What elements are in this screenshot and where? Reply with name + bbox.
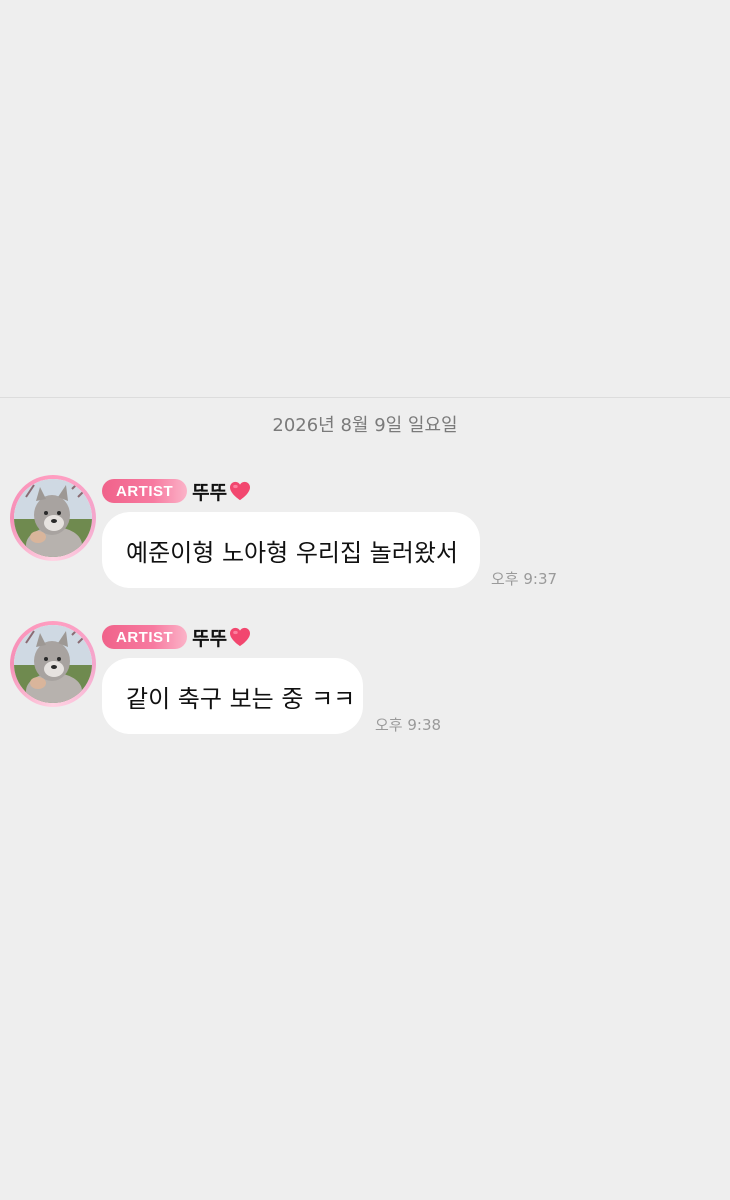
heart-icon (230, 627, 251, 647)
sender-row: ARTIST 뚜뚜 (102, 478, 251, 504)
message-bubble[interactable]: 예준이형 노아형 우리집 놀러왔서 (102, 512, 480, 588)
top-divider (0, 397, 730, 398)
artist-badge: ARTIST (102, 479, 188, 503)
message-timestamp: 오후 9:38 (375, 716, 442, 734)
sender-name: 뚜뚜 (192, 481, 228, 504)
heart-icon (230, 481, 251, 501)
message-bubble[interactable]: 같이 축구 보는 중 ㅋㅋ (102, 658, 363, 734)
avatar[interactable] (10, 475, 96, 561)
date-separator: 2026년 8월 9일 일요일 (272, 415, 458, 436)
avatar[interactable] (10, 621, 96, 707)
avatar-image (14, 479, 92, 557)
sender-row: ARTIST 뚜뚜 (102, 624, 251, 650)
artist-badge: ARTIST (102, 625, 188, 649)
avatar-image (14, 625, 92, 703)
message-timestamp: 오후 9:37 (491, 570, 558, 588)
avatar-illustration-icon (14, 625, 92, 703)
sender-name: 뚜뚜 (192, 627, 228, 650)
avatar-illustration-icon (14, 479, 92, 557)
